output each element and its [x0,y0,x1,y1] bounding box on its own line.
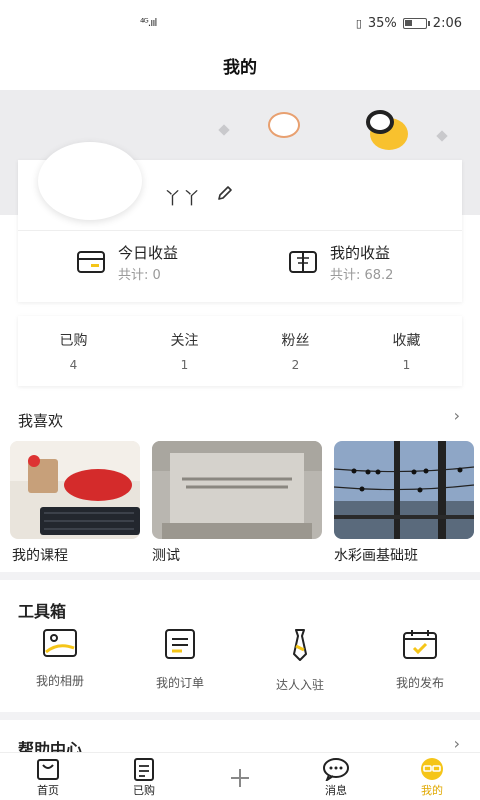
edit-pencil-icon[interactable] [216,184,234,202]
tab-home[interactable]: 首页 [0,753,96,800]
tool-my-posts[interactable]: 我的发布 [360,628,480,698]
gift-box-icon [289,251,317,273]
section-separator [0,572,480,580]
my-earnings-total: 共计: 68.2 [330,268,394,283]
necktie-icon [293,629,307,661]
divider [18,230,462,231]
stat-label: 粉丝 [281,333,310,349]
stat-fans[interactable]: 粉丝 2 [240,316,351,386]
tab-label: 消息 [325,784,347,797]
today-earnings-total: 共计: 0 [118,268,161,283]
profile-card: 丫丫 今日收益 共计: 0 我的收益 共计: 68.2 [18,142,462,302]
stat-label: 关注 [170,333,199,349]
vibrate-icon: ▯ [355,17,362,30]
calendar-check-icon [403,630,437,659]
decor-diamond [436,130,448,142]
tool-expert-join[interactable]: 达人入驻 [240,628,360,698]
stat-value: 1 [180,358,189,372]
battery-icon [402,18,430,29]
clock: 2:06 [432,16,462,31]
username: 丫丫 [164,189,202,209]
wallet-card-icon [77,251,105,273]
toolbox-section-title: 工具箱 [18,602,67,621]
section-separator [0,712,480,720]
order-list-icon [165,629,195,659]
plus-icon [231,769,249,787]
like-item-thumbnail[interactable] [10,441,140,539]
stat-value: 1 [402,358,411,372]
photo-album-icon [43,629,77,657]
decor-diamond [218,124,230,136]
tool-label: 我的发布 [395,676,444,690]
bottom-tab-bar: 首页 已购 消息 我的 [0,752,480,800]
help-chevron-icon[interactable]: › [454,734,460,753]
avatar[interactable] [38,142,142,220]
course-photo-image [10,441,140,539]
today-earnings-title: 今日收益 [118,244,179,262]
like-item-thumbnail[interactable] [334,441,474,539]
page-title: 我的 [223,58,257,78]
stat-label: 收藏 [392,333,421,349]
stat-value: 2 [291,358,300,372]
stat-label: 已购 [59,333,88,349]
tab-label: 已购 [133,784,155,797]
tab-mine[interactable]: 我的 [384,753,480,800]
likes-section-title: 我喜欢 [18,412,64,430]
like-item-label: 测试 [152,548,180,564]
stone-tablet-image [152,441,322,539]
status-bar: ⁴ᴳ.ııl ▯ 35% 2:06 [0,0,480,46]
tool-label: 我的相册 [35,674,84,688]
like-item-label: 水彩画基础班 [334,548,418,564]
like-item-label: 我的课程 [12,548,68,564]
like-item-thumbnail[interactable] [152,441,322,539]
tab-purchased[interactable]: 已购 [96,753,192,800]
tab-label: 首页 [37,784,59,797]
battery-percent: 35% [367,16,397,31]
tool-label: 我的订单 [155,676,204,690]
likes-list: 我的课程 测试 水彩画基础班 [0,441,480,564]
decor-face-icon [268,112,300,138]
tab-label: 我的 [421,784,443,797]
stats-card: 已购 4 关注 1 粉丝 2 收藏 1 [18,316,462,386]
home-bag-icon [37,759,59,780]
tab-messages[interactable]: 消息 [288,753,384,800]
profile-glasses-icon [421,758,443,780]
likes-more-chevron-icon[interactable]: › [454,406,460,425]
stat-favorites[interactable]: 收藏 1 [351,316,462,386]
tool-photo-album[interactable]: 我的相册 [0,628,120,698]
decor-bee-icon [366,110,408,150]
toolbox-grid: 我的相册 我的订单 达人入驻 我的发布 [0,628,480,698]
birds-on-wire-image [334,441,474,539]
stat-purchased[interactable]: 已购 4 [18,316,129,386]
stat-following[interactable]: 关注 1 [129,316,240,386]
stat-value: 4 [69,358,78,372]
purchased-doc-icon [134,758,154,781]
tool-orders[interactable]: 我的订单 [120,628,240,698]
tab-publish[interactable] [192,753,288,800]
tool-label: 达人入驻 [275,678,324,692]
message-bubble-icon [323,758,349,781]
my-earnings-title: 我的收益 [330,244,391,262]
signal-indicator: ⁴ᴳ.ııl [140,16,157,29]
